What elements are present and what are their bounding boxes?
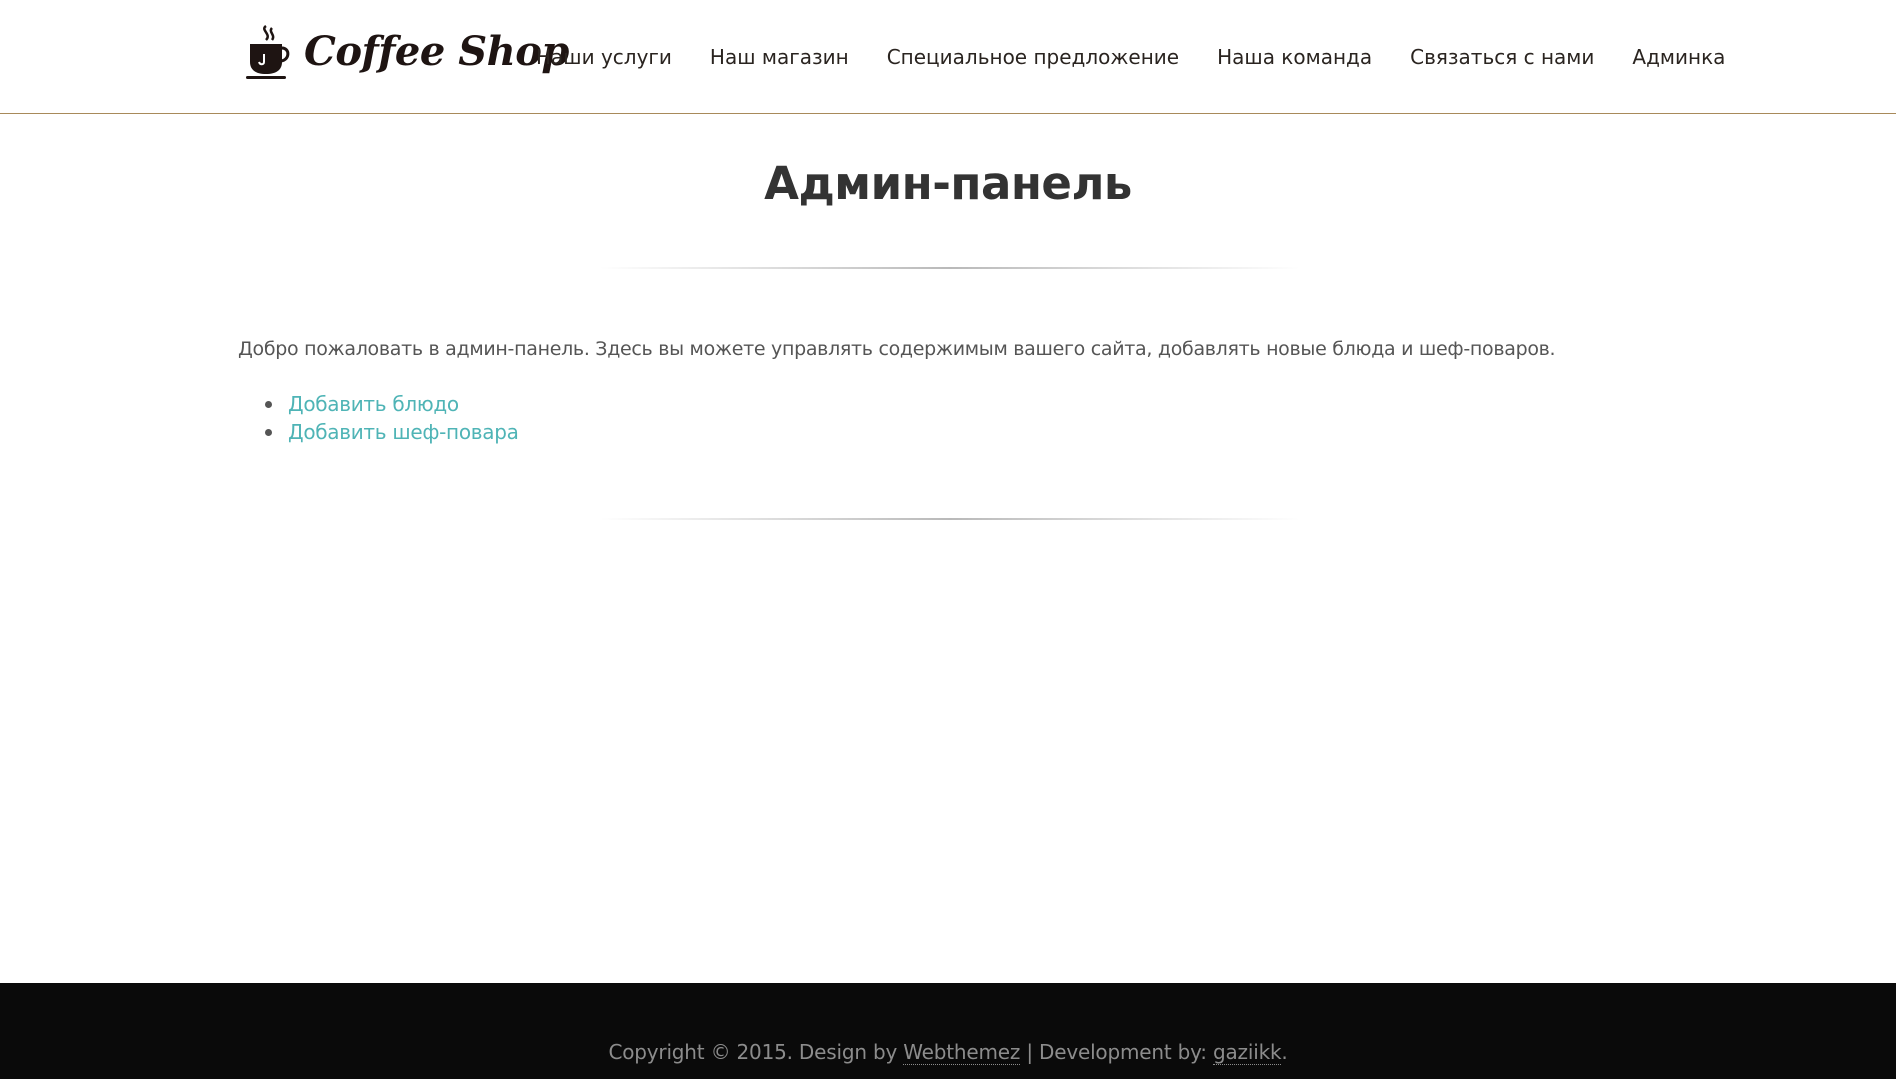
nav-item-admin[interactable]: Админка [1632,40,1725,74]
logo-link[interactable]: Coffee Shop [246,24,569,80]
top-divider [600,267,1300,269]
logo-text: Coffee Shop [304,28,569,75]
list-item: Добавить блюдо [238,390,519,418]
coffee-cup-icon [246,24,290,79]
admin-links-list: Добавить блюдо Добавить шеф-повара [238,390,519,446]
bullet-icon [265,429,272,436]
page-title: Админ-панель [764,157,1132,210]
developer-link[interactable]: gaziikk [1213,1040,1282,1065]
nav-item-contact[interactable]: Связаться с нами [1410,40,1594,74]
intro-text: Добро пожаловать в админ-панель. Здесь в… [238,338,1556,360]
nav-item-services[interactable]: Наши услуги [536,40,672,74]
webthemez-link[interactable]: Webthemez [903,1040,1020,1065]
copyright-text: Copyright © 2015. Design by Webthemez | … [0,1037,1896,1067]
footer-separator: | Development by: [1020,1040,1213,1064]
main-nav: Наши услуги Наш магазин Специальное пред… [536,40,1725,74]
nav-item-special-offer[interactable]: Специальное предложение [887,40,1179,74]
bottom-divider [600,518,1300,520]
site-footer: Copyright © 2015. Design by Webthemez | … [0,983,1896,1079]
add-dish-link[interactable]: Добавить блюдо [288,392,459,416]
site-header: Coffee Shop Наши услуги Наш магазин Спец… [0,0,1896,114]
bullet-icon [265,401,272,408]
list-item: Добавить шеф-повара [238,418,519,446]
copyright-suffix: . [1281,1040,1288,1064]
page: Coffee Shop Наши услуги Наш магазин Спец… [0,0,1896,1079]
nav-item-shop[interactable]: Наш магазин [710,40,849,74]
add-chef-link[interactable]: Добавить шеф-повара [288,420,519,444]
copyright-prefix: Copyright © 2015. Design by [608,1040,904,1064]
nav-item-team[interactable]: Наша команда [1217,40,1372,74]
